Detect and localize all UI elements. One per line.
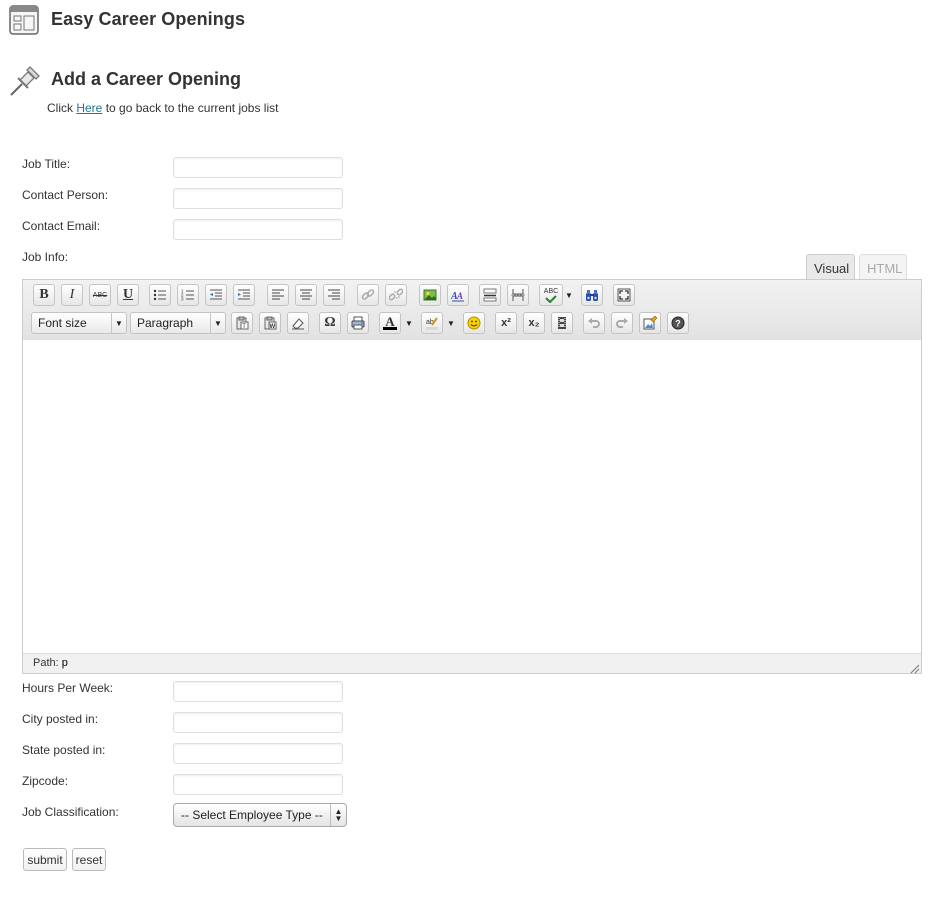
svg-text:A: A	[456, 291, 463, 301]
media-icon[interactable]	[551, 312, 573, 334]
back-to-list-text: Click Here to go back to the current job…	[47, 101, 278, 115]
spellcheck-button[interactable]: ABC	[539, 284, 563, 306]
align-center-icon[interactable]	[295, 284, 317, 306]
svg-text:?: ?	[675, 319, 681, 329]
here-link[interactable]: Here	[76, 101, 102, 115]
svg-text:T: T	[242, 324, 246, 330]
back-prefix: Click	[47, 101, 73, 115]
hours-label: Hours Per Week:	[22, 681, 114, 695]
contact-person-label: Contact Person:	[22, 188, 109, 202]
format-arrow-icon: ▼	[210, 313, 225, 333]
text-color-label: A	[385, 314, 395, 329]
plugin-icon	[9, 5, 39, 35]
font-size-arrow-icon: ▼	[111, 313, 126, 333]
highlight-dropdown-icon[interactable]: ▼	[446, 312, 456, 334]
contact-person-input[interactable]	[173, 188, 343, 209]
fullscreen-icon[interactable]	[613, 284, 635, 306]
job-classification-label: Job Classification:	[22, 805, 119, 819]
editor-toolbar: B I ABC U 123 A A ABC ▼ Font size ▼ Para…	[23, 280, 921, 341]
editor-content-area[interactable]	[23, 340, 921, 653]
employee-type-select[interactable]: -- Select Employee Type -- ▲ ▼	[173, 803, 347, 827]
svg-text:W: W	[270, 324, 276, 330]
font-size-select[interactable]: Font size ▼	[31, 312, 127, 334]
pushpin-icon	[8, 64, 42, 98]
format-label: Paragraph	[137, 316, 194, 330]
spellcheck-label: ABC	[543, 287, 559, 295]
select-updown-icon: ▲ ▼	[330, 804, 346, 826]
job-title-input[interactable]	[173, 157, 343, 178]
editor-status-bar: Path: p	[23, 653, 921, 673]
align-right-icon[interactable]	[323, 284, 345, 306]
city-label: City posted in:	[22, 712, 99, 726]
special-character-button[interactable]: Ω	[319, 312, 341, 334]
undo-icon[interactable]	[583, 312, 605, 334]
job-info-label: Job Info:	[22, 250, 69, 264]
state-label: State posted in:	[22, 743, 106, 757]
strikethrough-button[interactable]: ABC	[89, 284, 111, 306]
tab-html[interactable]: HTML	[859, 254, 907, 280]
state-input[interactable]	[173, 743, 343, 764]
find-icon[interactable]	[581, 284, 603, 306]
contact-email-label: Contact Email:	[22, 219, 101, 233]
emoticon-icon[interactable]	[463, 312, 485, 334]
rich-text-editor: B I ABC U 123 A A ABC ▼ Font size ▼ Para…	[22, 279, 922, 674]
paste-text-icon[interactable]: T	[231, 312, 253, 334]
text-color-dropdown-icon[interactable]: ▼	[404, 312, 414, 334]
underline-button[interactable]: U	[117, 284, 139, 306]
bullet-list-icon[interactable]	[149, 284, 171, 306]
svg-text:3: 3	[181, 297, 184, 302]
page-title: Add a Career Opening	[51, 69, 242, 89]
text-color-swatch	[383, 327, 397, 330]
link-icon[interactable]	[357, 284, 379, 306]
insert-image-icon[interactable]	[419, 284, 441, 306]
horizontal-rule-icon[interactable]	[479, 284, 501, 306]
superscript-button[interactable]: x²	[495, 312, 517, 334]
outdent-icon[interactable]	[205, 284, 227, 306]
format-select[interactable]: Paragraph ▼	[130, 312, 226, 334]
tab-visual[interactable]: Visual	[806, 254, 855, 280]
italic-button[interactable]: I	[61, 284, 83, 306]
contact-email-input[interactable]	[173, 219, 343, 240]
zipcode-input[interactable]	[173, 774, 343, 795]
unlink-icon[interactable]	[385, 284, 407, 306]
paste-word-icon[interactable]: W	[259, 312, 281, 334]
zipcode-label: Zipcode:	[22, 774, 69, 788]
hours-input[interactable]	[173, 681, 343, 702]
align-left-icon[interactable]	[267, 284, 289, 306]
bold-button[interactable]: B	[33, 284, 55, 306]
indent-icon[interactable]	[233, 284, 255, 306]
resize-grip-icon[interactable]	[910, 662, 920, 674]
submit-button[interactable]: submit	[23, 848, 67, 871]
reset-button[interactable]: reset	[72, 848, 106, 871]
help-icon[interactable]: ?	[667, 312, 689, 334]
style-icon[interactable]: AA	[447, 284, 469, 306]
print-icon[interactable]	[347, 312, 369, 334]
subscript-button[interactable]: x₂	[523, 312, 545, 334]
font-size-label: Font size	[38, 316, 87, 330]
spellcheck-dropdown-icon[interactable]: ▼	[564, 284, 574, 306]
text-color-button[interactable]: A	[379, 312, 401, 334]
numbered-list-icon[interactable]: 123	[177, 284, 199, 306]
path-label: Path:	[33, 657, 59, 669]
eraser-icon[interactable]	[287, 312, 309, 334]
back-suffix: to go back to the current jobs list	[105, 101, 279, 115]
redo-icon[interactable]	[611, 312, 633, 334]
path-value[interactable]: p	[62, 657, 68, 669]
job-title-label: Job Title:	[22, 157, 71, 171]
employee-type-selected: -- Select Employee Type --	[181, 808, 323, 822]
highlight-color-icon[interactable]: ab	[421, 312, 443, 334]
city-input[interactable]	[173, 712, 343, 733]
edit-image-icon[interactable]	[639, 312, 661, 334]
page-break-icon[interactable]	[507, 284, 529, 306]
plugin-title: Easy Career Openings	[51, 9, 246, 29]
